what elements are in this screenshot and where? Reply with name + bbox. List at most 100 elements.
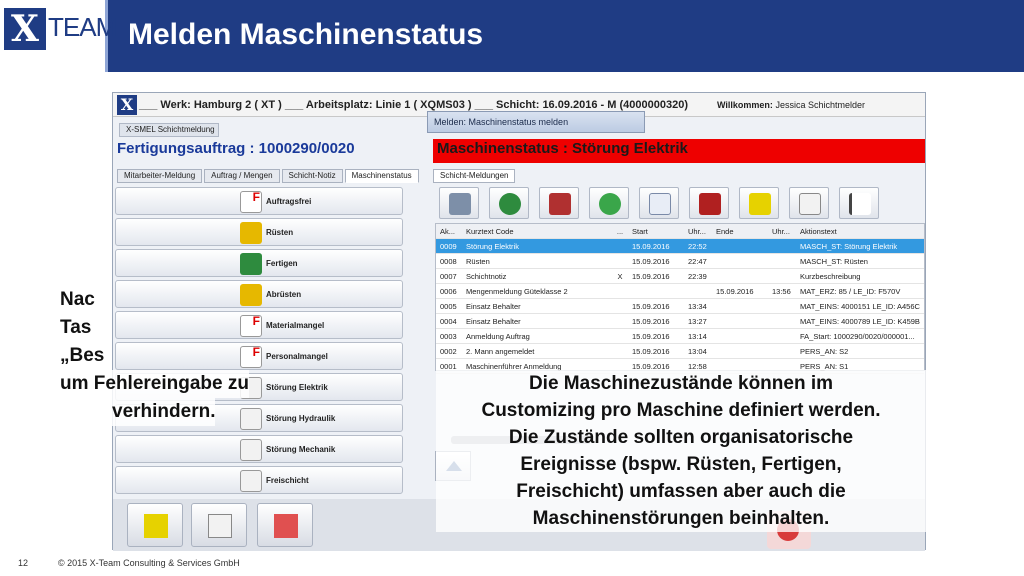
table-row[interactable]: 0002 2. Mann angemeldet 15.09.2016 13:04 PER… [436, 344, 924, 359]
machine-status-banner: Maschinenstatus : Störung Elektrik [433, 139, 925, 163]
fertigen-button[interactable]: Fertigen [115, 249, 403, 277]
overlay-line: Customizing pro Maschine definiert werde… [481, 400, 881, 421]
document-bottom-button[interactable] [191, 503, 247, 547]
table-row[interactable]: 0005 Einsatz Behalter 15.09.2016 13:34 MAT_E… [436, 299, 924, 314]
tools-red-button[interactable] [689, 187, 729, 219]
table-cell: 2. Mann angemeldet [466, 346, 535, 356]
document-flag-icon [799, 193, 821, 215]
red-flag-icon [849, 193, 871, 215]
table-cell: 13:27 [688, 316, 707, 326]
tab-maschinenstatus[interactable]: Maschinenstatus [344, 169, 419, 183]
overlay-line: Die Zustände sollten organisatorische [508, 427, 854, 448]
table-row[interactable]: 0008 Rüsten 15.09.2016 22:47 MASCH_ST: Rüste… [436, 254, 924, 269]
dialog-title-bar[interactable]: Melden: Maschinenstatus melden [427, 111, 645, 133]
overlay-line: Tas [60, 314, 92, 342]
overlay-line: Nac [60, 286, 95, 314]
col-header[interactable]: Ende [714, 226, 770, 237]
messages-table: Ak... Kurztext Code ... Start Uhr... End… [435, 223, 925, 374]
xteam-logo: X TEAM [0, 0, 117, 72]
table-cell: Kurzbeschreibung [800, 271, 861, 281]
table-cell: 15.09.2016 [632, 241, 670, 251]
table-cell: Mengenmeldung Güteklasse 2 [466, 286, 568, 296]
right-overlay-note: Die Maschinezustände können im Customizi… [436, 370, 926, 532]
check-icon [599, 193, 621, 215]
col-header[interactable]: ... [610, 226, 630, 237]
table-row[interactable]: 0009 Störung Elektrik 15.09.2016 22:52 MASCH… [436, 239, 924, 254]
col-header[interactable]: Uhr... [770, 226, 798, 237]
table-row[interactable]: 0004 Einsatz Behalter 15.09.2016 13:27 MAT_E… [436, 314, 924, 329]
table-header: Ak... Kurztext Code ... Start Uhr... End… [436, 224, 924, 239]
overlay-line: um Fehlereingabe zu [60, 370, 249, 398]
table-cell: 22:47 [688, 256, 707, 266]
copyright: © 2015 X-Team Consulting & Services GmbH [58, 558, 240, 568]
left-overlay-note: Nac Tas „Bes um Fehlereingabe zu verhind… [60, 286, 280, 426]
tab-mitarbeiter[interactable]: Mitarbeiter-Meldung [117, 169, 203, 183]
rework-button[interactable] [739, 187, 779, 219]
confirm-button[interactable] [589, 187, 629, 219]
table-cell: Einsatz Behalter [466, 301, 521, 311]
tab-schicht-meldungen[interactable]: Schicht-Meldungen [433, 169, 516, 183]
overlay-line: „Bes [60, 342, 105, 370]
table-cell: MAT_EINS: 4000789 LE_ID: K459B [800, 316, 920, 326]
doc-flag-button[interactable] [789, 187, 829, 219]
table-cell: 0009 [440, 241, 457, 251]
rework-bottom-button[interactable] [127, 503, 183, 547]
button-label: Auftragsfrei [266, 197, 312, 206]
order-heading: Fertigungsauftrag : 1000290/0020 [117, 140, 355, 157]
overlay-line: Die Maschinezustände können im [528, 373, 834, 394]
table-cell: X [617, 271, 623, 281]
edit-button[interactable] [639, 187, 679, 219]
table-cell: Störung Elektrik [466, 241, 519, 251]
gear-icon [499, 193, 521, 215]
stoerung-mechanik-button[interactable]: Störung Mechanik [115, 435, 403, 463]
mechanic-icon [240, 439, 262, 461]
tab-auftrag[interactable]: Auftrag / Mengen [204, 169, 280, 183]
machine-button[interactable] [539, 187, 579, 219]
col-header[interactable]: Aktionstext [798, 226, 924, 237]
table-row[interactable]: 0006 Mengenmeldung Güteklasse 2 15.09.2016… [436, 284, 924, 299]
app-logo-icon: X [117, 95, 137, 115]
table-cell: 0007 [440, 271, 457, 281]
worker-button[interactable] [439, 187, 479, 219]
table-cell: 13:56 [772, 286, 791, 296]
overlay-line: Maschinenstörungen beinhalten. [532, 508, 830, 529]
welcome-prefix: Willkommen: [717, 100, 773, 110]
button-label: Störung Mechanik [266, 445, 336, 454]
tab-schicht-notiz[interactable]: Schicht-Notiz [281, 169, 343, 183]
edit-icon [649, 193, 671, 215]
table-cell: 0008 [440, 256, 457, 266]
gear-green-button[interactable] [489, 187, 529, 219]
table-body: 0009 Störung Elektrik 15.09.2016 22:52 MASCH… [436, 239, 924, 374]
ruesten-button[interactable]: Rüsten [115, 218, 403, 246]
app-tab[interactable]: X-SMEL Schichtmeldung [119, 123, 219, 137]
table-cell: PERS_AN: S2 [800, 346, 849, 356]
button-label: Fertigen [266, 259, 298, 268]
table-cell: 0002 [440, 346, 457, 356]
welcome-user: Jessica Schichtmelder [775, 100, 865, 110]
page-number: 12 [18, 558, 29, 568]
auftragsfrei-button[interactable]: Auftragsfrei [115, 187, 403, 215]
table-cell: 15.09.2016 [632, 346, 670, 356]
table-row[interactable]: 0007 Schichtnotiz X 15.09.2016 22:39 Kurzbesc… [436, 269, 924, 284]
freischicht-button[interactable]: Freischicht [115, 466, 403, 494]
worker-icon [449, 193, 471, 215]
button-label: Rüsten [266, 228, 294, 237]
overlay-line: Freischicht) umfassen aber auch die [516, 481, 846, 502]
col-header[interactable]: Ak... [436, 226, 462, 237]
table-cell: MASCH_ST: Störung Elektrik [800, 241, 898, 251]
table-cell: 0006 [440, 286, 457, 296]
table-cell: 22:52 [688, 241, 707, 251]
col-header[interactable]: Uhr... [686, 226, 714, 237]
table-cell: 0003 [440, 331, 457, 341]
machine-icon [549, 193, 571, 215]
col-header[interactable]: Kurztext Code [462, 226, 610, 237]
table-cell: FA_Start: 1000290/0020/000001... [800, 331, 915, 341]
table-cell: MAT_EINS: 4000151 LE_ID: A456C [800, 301, 920, 311]
col-header[interactable]: Start [630, 226, 686, 237]
rework-icon [144, 514, 168, 538]
table-cell: Rüsten [466, 256, 490, 266]
flag-bottom-button[interactable] [257, 503, 313, 547]
flag-button[interactable] [839, 187, 879, 219]
table-row[interactable]: 0003 Anmeldung Auftrag 15.09.2016 13:14 FA_S… [436, 329, 924, 344]
tools-icon [240, 222, 262, 244]
